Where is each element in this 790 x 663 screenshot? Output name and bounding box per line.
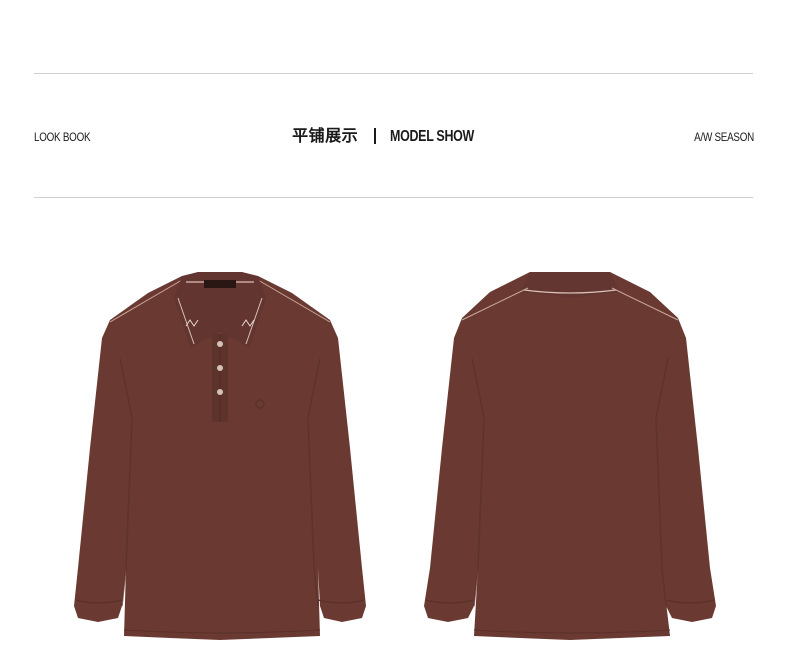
title-separator <box>374 127 377 144</box>
section-title-en: MODEL SHOW <box>390 128 475 145</box>
bottom-divider <box>34 197 753 198</box>
section-title-cn: 平铺展示 <box>292 128 359 145</box>
section-title: 平铺展示 MODEL SHOW <box>0 126 790 148</box>
top-divider <box>34 73 753 74</box>
polo-shirt-back-image <box>424 272 716 640</box>
season-label: A/W SEASON <box>694 130 754 144</box>
polo-shirt-front-image <box>74 272 366 640</box>
back-shirt-body <box>424 272 716 640</box>
